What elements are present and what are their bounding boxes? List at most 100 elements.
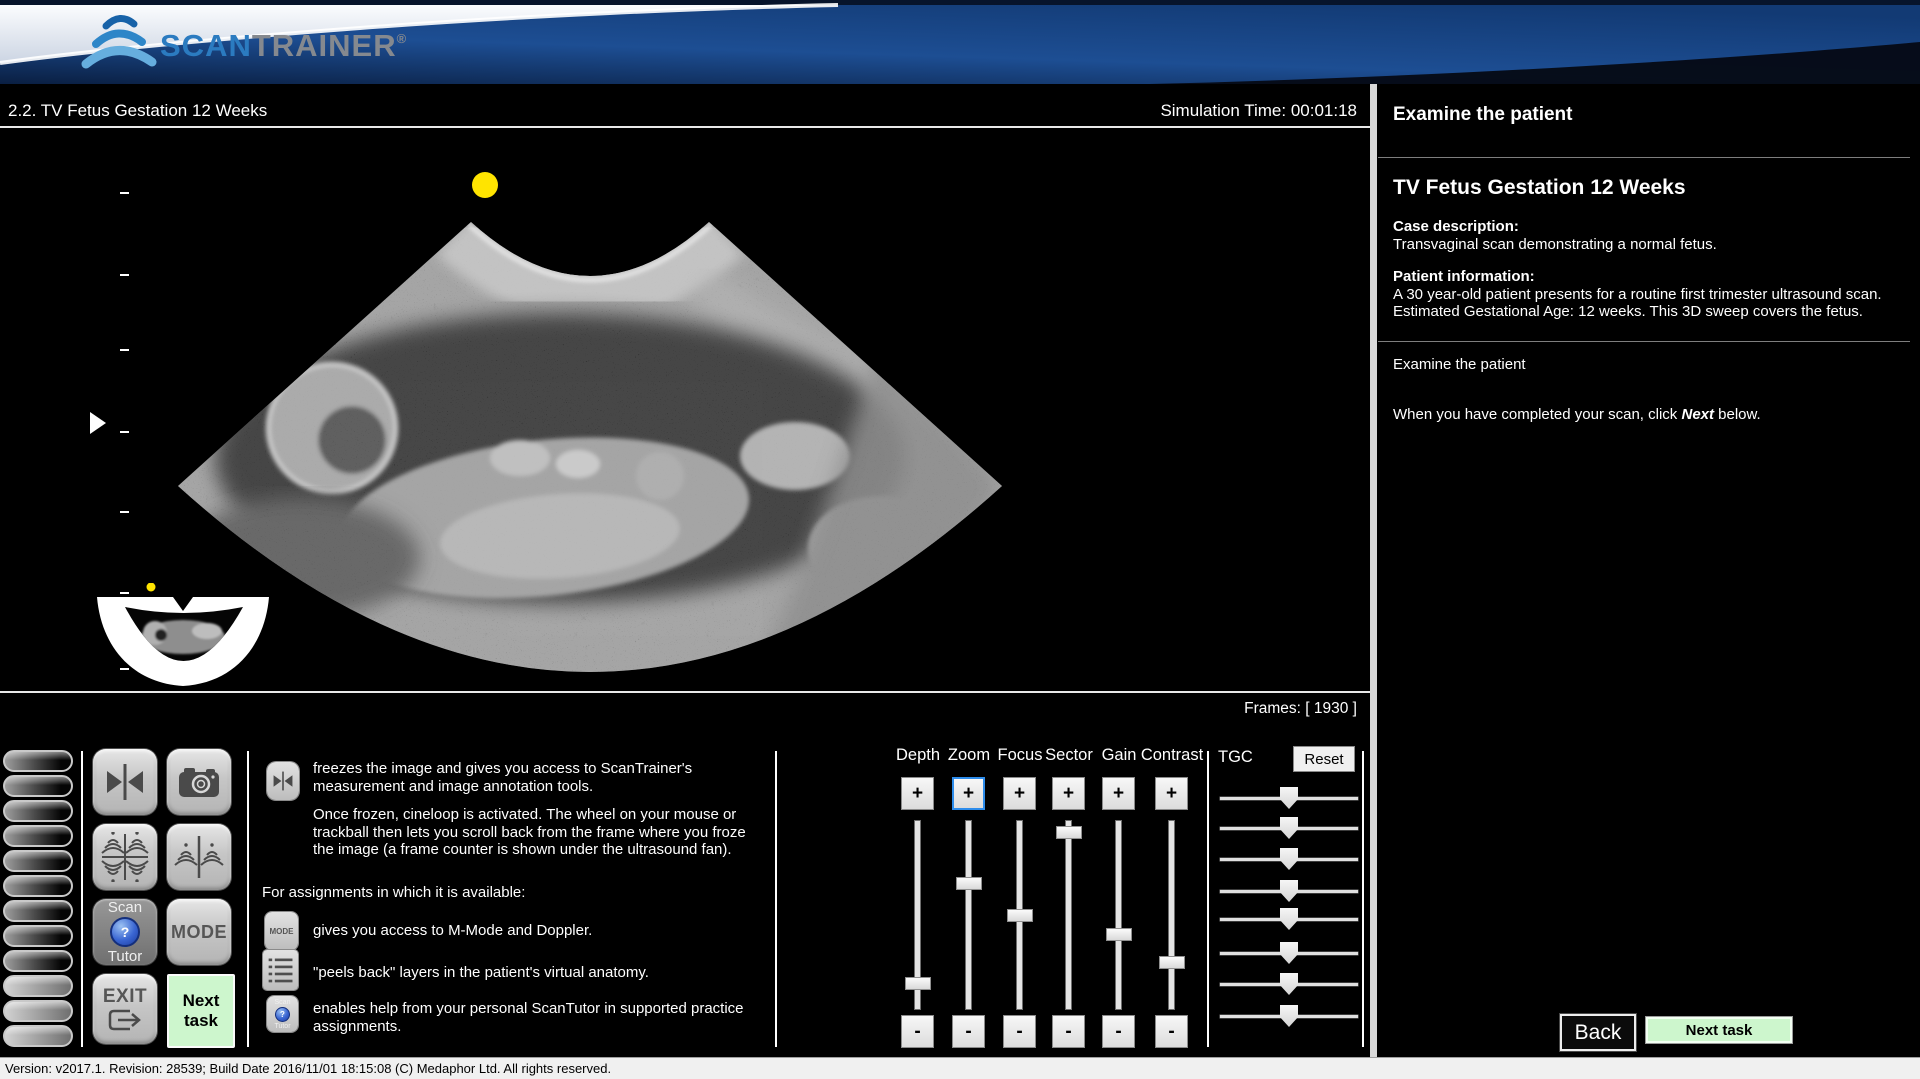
focus-decrease-button[interactable]: - [1003, 1015, 1036, 1048]
instruction-next-emphasis: Next [1681, 406, 1714, 423]
divider [0, 691, 1370, 693]
tgc-pill [3, 800, 73, 822]
frame-counter: Frames: [ 1930 ] [1244, 700, 1357, 718]
gain-slider-track[interactable] [1116, 821, 1121, 1009]
probe-position-marker [472, 172, 498, 198]
scan-tutor-button[interactable]: Scan ? Tutor [93, 899, 157, 965]
sector-slider-handle[interactable] [1056, 826, 1082, 839]
divider [1378, 157, 1910, 158]
mode-button[interactable]: MODE [167, 899, 231, 965]
mode-button-label: MODE [171, 922, 227, 943]
brand-part2: TRAINER [252, 28, 397, 63]
svg-text:SCANTRAINER®: SCANTRAINER® [160, 28, 407, 63]
contrast-slider-handle[interactable] [1159, 956, 1185, 969]
right-panel-case-title: TV Fetus Gestation 12 Weeks [1393, 176, 1686, 200]
focus-slider-handle[interactable] [1007, 909, 1033, 922]
contrast-label: Contrast [1140, 746, 1204, 765]
tgc-pill [3, 950, 73, 972]
help-mode-text: gives you access to M-Mode and Doppler. [313, 922, 592, 940]
tgc-pill [3, 850, 73, 872]
exit-button-label: EXIT [103, 986, 147, 1008]
divider [81, 751, 83, 1047]
tgc-reset-button[interactable]: Reset [1293, 746, 1355, 772]
tgc-band-handle[interactable] [1280, 817, 1298, 839]
sector-slider-track[interactable] [1066, 821, 1071, 1009]
status-bar: Version: v2017.1. Revision: 28539; Build… [0, 1057, 1920, 1079]
question-icon: ? [110, 917, 140, 947]
zoom-slider-track[interactable] [966, 821, 971, 1009]
tgc-pill [3, 825, 73, 847]
tgc-band-handle[interactable] [1280, 973, 1298, 995]
version-text: Version: v2017.1. Revision: 28539; Build… [5, 1061, 611, 1076]
tutor-icon-small-top: Scan [275, 999, 291, 1006]
image-sliders-panel: Depth+-Zoom+-Focus+-Sector+-Gain+-Contra… [890, 744, 1212, 1056]
back-button[interactable]: Back [1560, 1014, 1636, 1051]
contrast-increase-button[interactable]: + [1155, 777, 1188, 810]
orientation-thumbnail [95, 583, 275, 691]
next-task-button[interactable]: Next task [167, 974, 235, 1048]
ruler-tick [120, 431, 129, 433]
depth-slider-handle[interactable] [905, 977, 931, 990]
header-art: SCANTRAINER® [0, 0, 1920, 84]
tgc-band-handle[interactable] [1280, 787, 1298, 809]
thumbnail-marker [147, 583, 156, 592]
ruler-tick [120, 274, 129, 276]
probe-arrow-icon [90, 412, 106, 434]
gain-slider-handle[interactable] [1106, 928, 1132, 941]
layers-icon-small [263, 950, 298, 990]
mode-icon-small-label: MODE [270, 927, 294, 936]
tgc-hardware-pills [3, 750, 73, 1050]
ruler-tick [120, 349, 129, 351]
instruction-prefix: When you have completed your scan, click [1393, 406, 1681, 423]
tgc-panel: TGC Reset [1212, 744, 1364, 1056]
freeze-icon-small [267, 762, 299, 800]
dual-view-button[interactable] [167, 824, 231, 890]
instruction-line: When you have completed your scan, click… [1393, 406, 1761, 423]
snapshot-button[interactable] [167, 749, 231, 815]
divider [1378, 341, 1910, 342]
sector-decrease-button[interactable]: - [1052, 1015, 1085, 1048]
gain-decrease-button[interactable]: - [1102, 1015, 1135, 1048]
ruler-tick [120, 192, 129, 194]
help-freeze-text: freezes the image and gives you access t… [313, 760, 692, 795]
tgc-pill [3, 975, 73, 997]
tgc-pill [3, 775, 73, 797]
help-assignments-intro: For assignments in which it is available… [262, 884, 525, 902]
exit-button[interactable]: EXIT [93, 974, 157, 1044]
freeze-button[interactable] [93, 749, 157, 815]
next-task-button-right[interactable]: Next task [1645, 1016, 1793, 1044]
dual-view-icon [174, 832, 224, 882]
scan-tutor-icon-small: Scan ? Tutor [267, 996, 298, 1032]
depth-decrease-button[interactable]: - [901, 1015, 934, 1048]
tgc-label: TGC [1218, 748, 1253, 767]
next-task-button-label: Next task [169, 991, 233, 1030]
tgc-band-handle[interactable] [1280, 942, 1298, 964]
patient-information-label: Patient information: [1393, 268, 1535, 285]
tgc-band-handle[interactable] [1280, 880, 1298, 902]
quad-view-icon [100, 832, 150, 882]
tgc-band-handle[interactable] [1280, 908, 1298, 930]
camera-icon [176, 762, 222, 802]
panel-divider [1370, 84, 1377, 1057]
zoom-increase-button[interactable]: + [952, 777, 985, 810]
help-cineloop-text: Once frozen, cineloop is activated. The … [313, 806, 746, 859]
contrast-slider-track[interactable] [1169, 821, 1174, 1009]
zoom-decrease-button[interactable]: - [952, 1015, 985, 1048]
freeze-icon [104, 761, 146, 803]
exit-icon [106, 1008, 144, 1032]
tgc-band-handle[interactable] [1280, 848, 1298, 870]
sector-increase-button[interactable]: + [1052, 777, 1085, 810]
right-panel-heading: Examine the patient [1393, 104, 1573, 126]
zoom-slider-handle[interactable] [956, 877, 982, 890]
contrast-decrease-button[interactable]: - [1155, 1015, 1188, 1048]
tutor-icon-small-bottom: Tutor [274, 1023, 290, 1030]
gain-increase-button[interactable]: + [1102, 777, 1135, 810]
depth-increase-button[interactable]: + [901, 777, 934, 810]
instruction-suffix: below. [1714, 406, 1761, 423]
divider [247, 751, 249, 1047]
tgc-pill [3, 900, 73, 922]
tgc-band-handle[interactable] [1280, 1005, 1298, 1027]
quad-view-button[interactable] [93, 824, 157, 890]
focus-increase-button[interactable]: + [1003, 777, 1036, 810]
patient-information-text: A 30 year-old patient presents for a rou… [1393, 286, 1920, 320]
